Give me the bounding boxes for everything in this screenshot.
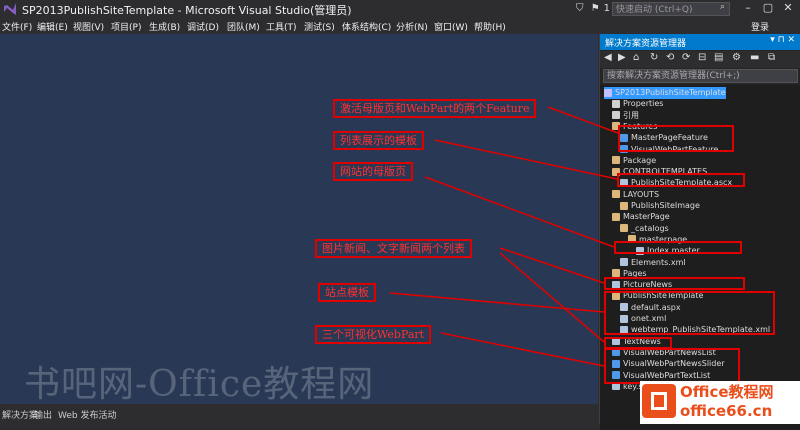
- home-icon[interactable]: ⌂: [633, 52, 639, 63]
- tree-item[interactable]: Package: [612, 155, 656, 167]
- back-icon[interactable]: ◀: [604, 52, 612, 63]
- notification-count: 1: [603, 3, 611, 14]
- menu-bar: 文件(F) 编辑(E) 视图(V) 项目(P) 生成(B) 调试(D) 团队(M…: [0, 19, 800, 33]
- tree-item-label: SP2013PublishSiteTemplate: [615, 88, 726, 97]
- refresh-icon[interactable]: ⟳: [682, 52, 690, 63]
- visual-studio-logo-icon: [4, 3, 16, 15]
- tree-item-label: PublishSiteImage: [631, 201, 700, 210]
- highlight-picture-news: [604, 277, 745, 290]
- menu-tools[interactable]: 工具(T): [266, 20, 297, 33]
- flag-icon[interactable]: ⚑: [591, 3, 600, 14]
- history-icon[interactable]: ⟲: [666, 52, 674, 63]
- menu-view[interactable]: 视图(V): [73, 20, 104, 33]
- annotation-site-template: 站点模板: [318, 283, 376, 302]
- menu-window[interactable]: 窗口(W): [434, 20, 468, 33]
- menu-team[interactable]: 团队(M): [227, 20, 260, 33]
- folder-icon: [620, 224, 628, 233]
- menu-file[interactable]: 文件(F): [2, 20, 32, 33]
- menu-help[interactable]: 帮助(H): [474, 20, 506, 33]
- annotation-list-template: 列表展示的模板: [333, 131, 424, 150]
- annotation-news-lists: 图片新闻、文字新闻两个列表: [315, 239, 472, 258]
- title-bar: SP2013PublishSiteTemplate - Microsoft Vi…: [0, 0, 800, 18]
- tab-solution[interactable]: 解决方案: [2, 408, 38, 421]
- tab-output[interactable]: 输出: [34, 408, 52, 421]
- filter-icon[interactable]: ⛉: [576, 3, 584, 14]
- annotation-master-page: 网站的母版页: [333, 162, 413, 181]
- office-logo-icon: [642, 384, 676, 418]
- menu-debug[interactable]: 调试(D): [187, 20, 219, 33]
- pending-changes-icon[interactable]: ↻: [650, 52, 658, 63]
- menu-edit[interactable]: 编辑(E): [37, 20, 68, 33]
- highlight-site-template: [604, 291, 775, 335]
- view-class-diagram-icon[interactable]: ⧉: [768, 52, 775, 63]
- solution-search-input[interactable]: 搜索解决方案资源管理器(Ctrl+;): [603, 69, 798, 83]
- tree-item[interactable]: MasterPage: [612, 211, 670, 223]
- references-icon: [612, 111, 620, 120]
- annotation-webparts: 三个可视化WebPart: [315, 325, 432, 344]
- file-icon: [620, 258, 628, 266]
- tree-item[interactable]: Properties: [612, 98, 663, 110]
- tree-item[interactable]: _catalogs: [620, 223, 669, 235]
- folder-icon: [620, 201, 628, 210]
- window-title: SP2013PublishSiteTemplate - Microsoft Vi…: [22, 4, 352, 17]
- properties-icon: [612, 99, 620, 108]
- watermark-text: 书吧网-Office教程网: [24, 364, 375, 405]
- editor-area: [0, 34, 598, 404]
- quick-launch-input[interactable]: 快速启动 (Ctrl+Q): [612, 2, 730, 16]
- highlight-master-page: [614, 241, 742, 254]
- solution-explorer-title: 解决方案资源管理器: [605, 39, 687, 49]
- title-toolbar: ⛉ ⚑ 1: [576, 3, 614, 14]
- tree-item-label: Package: [623, 155, 657, 165]
- window-controls: – ▢ ✕: [738, 1, 798, 14]
- tree-item[interactable]: Elements.xml: [620, 257, 686, 269]
- tree-item[interactable]: PublishSiteImage: [620, 200, 700, 212]
- highlight-features: [618, 125, 734, 152]
- preview-icon[interactable]: ▬: [750, 52, 759, 63]
- close-button[interactable]: ✕: [778, 1, 798, 14]
- project-icon: [604, 88, 612, 97]
- tree-item-label: _catalogs: [631, 223, 669, 233]
- minimize-button[interactable]: –: [738, 1, 758, 14]
- tab-web-publish[interactable]: Web 发布活动: [58, 408, 116, 421]
- branding-badge: Office教程网 office66.cn: [640, 381, 800, 424]
- solution-explorer-header: 解决方案资源管理器 ▾ ⊓ ✕: [600, 34, 800, 50]
- show-all-files-icon[interactable]: ▤: [714, 52, 723, 63]
- tree-item-label: MasterPage: [623, 212, 670, 222]
- folder-icon: [612, 156, 620, 165]
- folder-icon: [612, 212, 620, 221]
- highlight-control-templates: [617, 173, 745, 187]
- highlight-webparts: [604, 348, 740, 384]
- menu-build[interactable]: 生成(B): [149, 20, 180, 33]
- search-icon[interactable]: ⌕: [720, 2, 725, 12]
- tree-item-label: Properties: [623, 99, 664, 109]
- menu-project[interactable]: 项目(P): [111, 20, 141, 33]
- branding-line2: office66.cn: [680, 402, 773, 420]
- login-link[interactable]: 登录: [751, 20, 769, 33]
- tree-item[interactable]: 引用: [612, 110, 639, 122]
- tree-item-label: LAYOUTS: [623, 189, 660, 199]
- folder-icon: [612, 190, 620, 199]
- menu-analyze[interactable]: 分析(N): [396, 20, 428, 33]
- maximize-button[interactable]: ▢: [758, 1, 778, 14]
- annotation-features: 激活母版页和WebPart的两个Feature: [333, 99, 537, 118]
- branding-line1: Office教程网: [680, 383, 774, 401]
- forward-icon[interactable]: ▶: [618, 52, 626, 63]
- tree-item[interactable]: LAYOUTS: [612, 189, 659, 201]
- tree-item-label: 引用: [623, 110, 639, 120]
- menu-test[interactable]: 测试(S): [304, 20, 335, 33]
- tree-item[interactable]: SP2013PublishSiteTemplate: [604, 87, 726, 99]
- collapse-all-icon[interactable]: ⊟: [698, 52, 706, 63]
- panel-controls[interactable]: ▾ ⊓ ✕: [770, 35, 795, 45]
- bottom-tabs: 解决方案 输出 Web 发布活动: [0, 404, 598, 424]
- menu-architecture[interactable]: 体系结构(C): [342, 20, 391, 33]
- tree-item-label: Elements.xml: [631, 257, 686, 267]
- properties-icon[interactable]: ⚙: [732, 52, 741, 63]
- solution-explorer-toolbar: ◀ ▶ ⌂ ↻ ⟲ ⟳ ⊟ ▤ ⚙ ▬ ⧉: [600, 51, 800, 68]
